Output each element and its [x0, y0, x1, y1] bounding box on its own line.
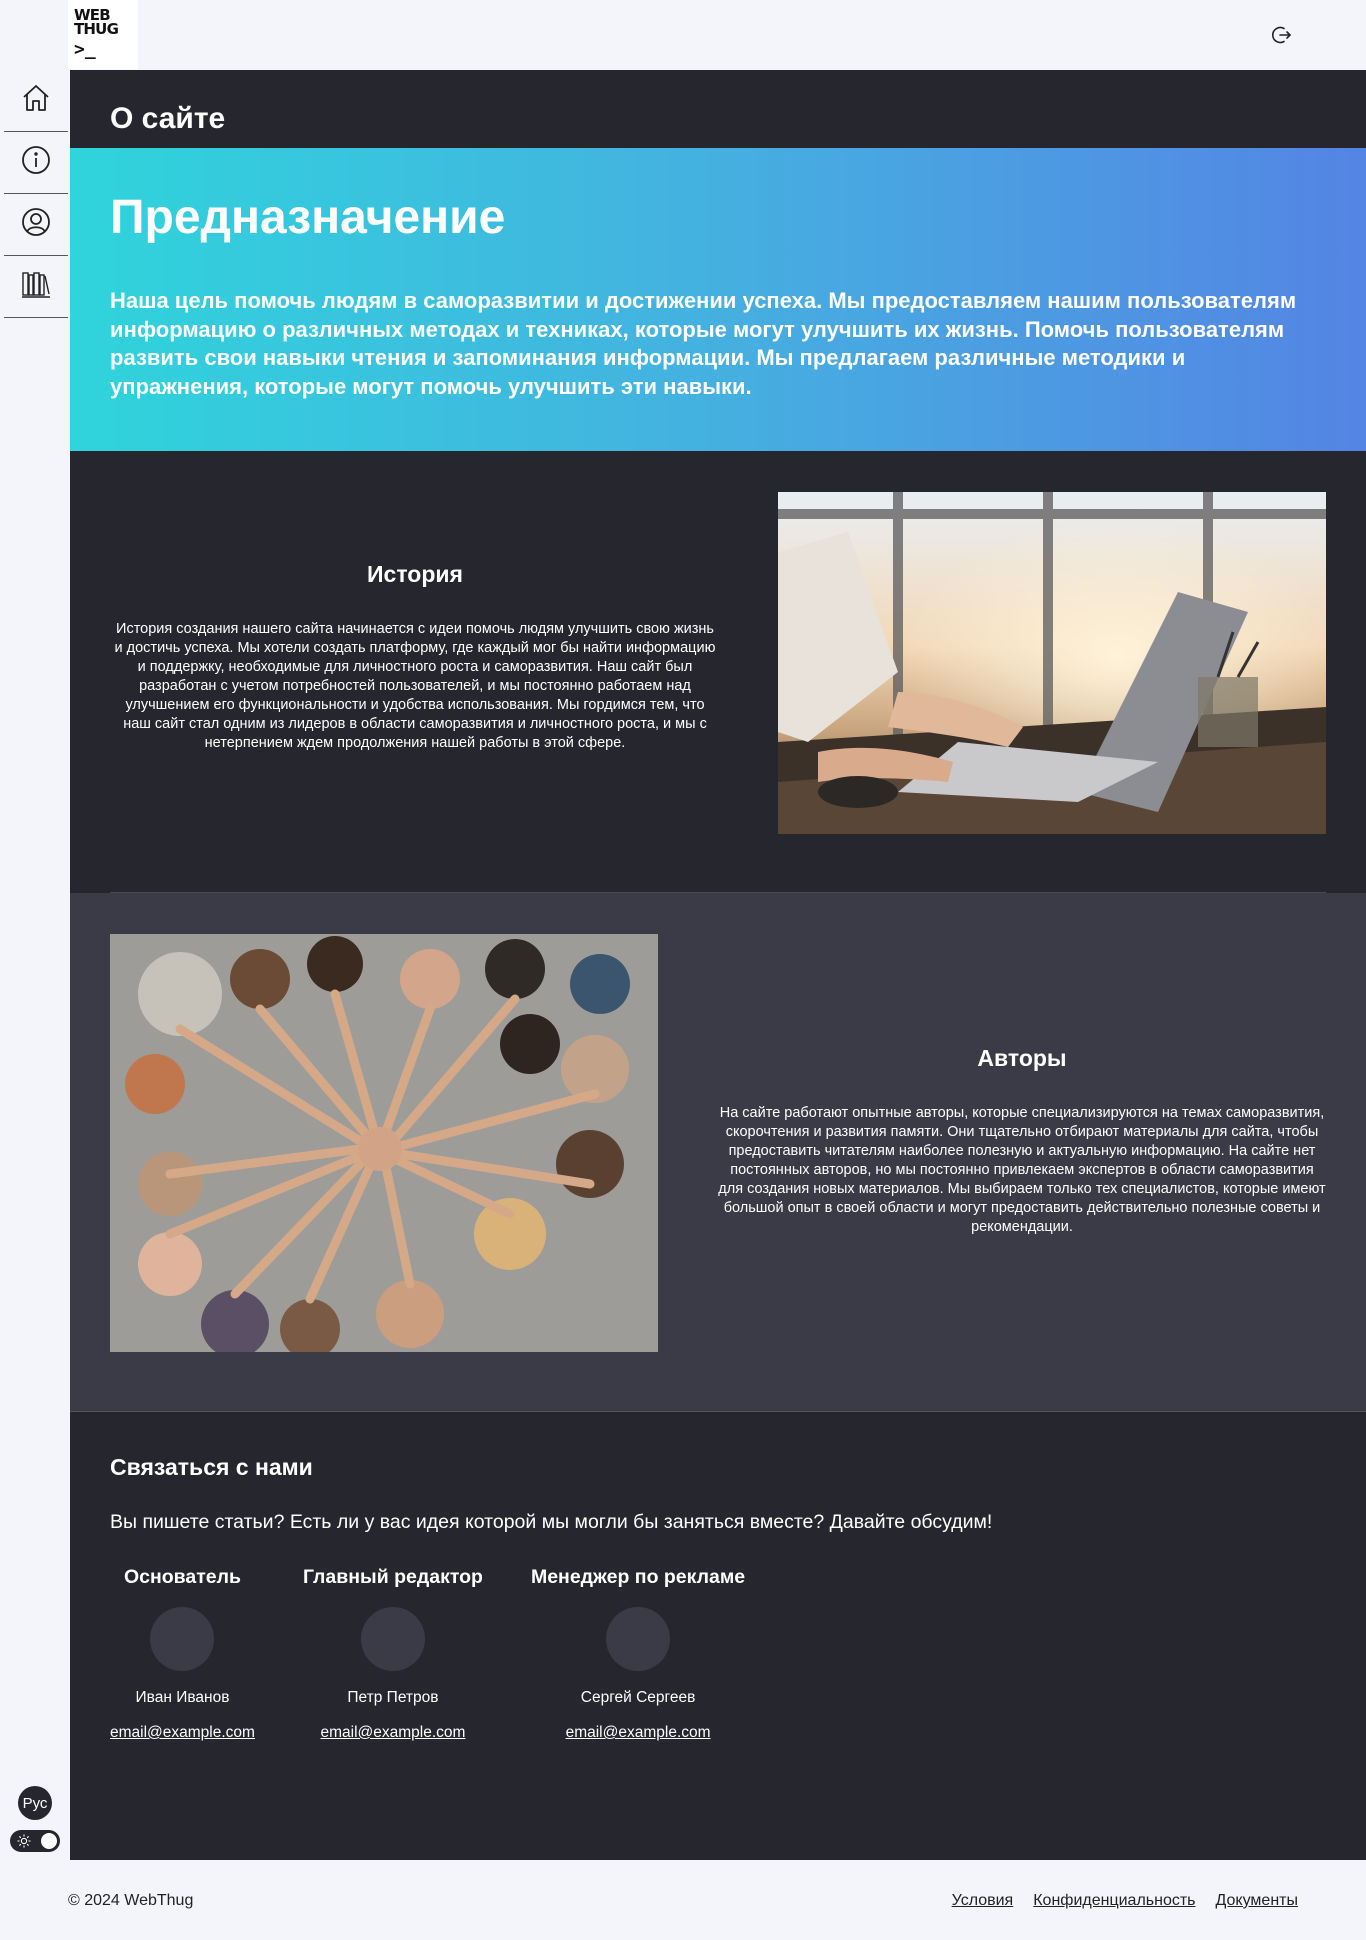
home-icon — [20, 82, 52, 119]
sidebar-item-about[interactable] — [4, 132, 68, 194]
webthug-logo[interactable]: WEB THUG >_ — [68, 0, 138, 69]
logout-icon[interactable] — [1270, 23, 1294, 47]
history-section: История История создания нашего сайта на… — [70, 451, 1366, 893]
purpose-section: Предназначение Наша цель помочь людям в … — [70, 148, 1366, 451]
purpose-title: Предназначение — [110, 191, 506, 244]
authors-block: Авторы На сайте работают опытные авторы,… — [718, 1045, 1326, 1237]
avatar — [360, 1607, 425, 1671]
member-role: Менеджер по рекламе — [530, 1566, 746, 1588]
history-text: История создания нашего сайта начинается… — [114, 621, 716, 751]
language-button[interactable]: Рус — [18, 1786, 52, 1820]
member-email-link[interactable]: email@example.com — [110, 1724, 255, 1742]
footer-link-terms[interactable]: Условия — [952, 1892, 1014, 1910]
member-name: Иван Иванов — [135, 1689, 230, 1706]
history-block: История История создания нашего сайта на… — [110, 561, 720, 753]
page-title: О сайте — [110, 102, 226, 135]
copyright: © 2024 WebThug — [68, 1892, 194, 1909]
top-header: WEB THUG >_ — [0, 0, 1366, 70]
logo-prompt: >_ — [74, 39, 96, 60]
main-content: О сайте Предназначение Наша цель помочь … — [70, 70, 1366, 1860]
user-icon — [20, 206, 52, 243]
avatar — [150, 1607, 215, 1671]
laptop-photo — [778, 492, 1326, 834]
member-email-link[interactable]: email@example.com — [566, 1724, 711, 1742]
member-role: Основатель — [123, 1566, 241, 1588]
sun-icon — [17, 1834, 31, 1848]
page-title-bar: О сайте — [70, 70, 1366, 148]
avatar — [606, 1607, 671, 1671]
team-photo — [110, 934, 658, 1352]
sidebar-item-home[interactable] — [4, 70, 68, 132]
books-icon — [20, 268, 52, 305]
sidebar-item-profile[interactable] — [4, 194, 68, 256]
footer: © 2024 WebThug Условия Конфиденциальност… — [0, 1860, 1366, 1940]
member-email-link[interactable]: email@example.com — [320, 1724, 465, 1742]
member-role: Главный редактор — [302, 1566, 483, 1588]
logo-line-2: THUG — [74, 20, 119, 38]
team-member: Главный редактор Петр Петров email@examp… — [303, 1566, 483, 1742]
member-name: Петр Петров — [347, 1689, 439, 1706]
footer-link-privacy[interactable]: Конфиденциальность — [1033, 1892, 1195, 1910]
toggle-knob — [41, 1833, 57, 1849]
purpose-text: Наша цель помочь людям в саморазвитии и … — [110, 288, 1297, 399]
history-title: История — [367, 561, 463, 587]
sidebar-item-library[interactable] — [4, 256, 68, 318]
member-name: Сергей Сергеев — [580, 1689, 696, 1706]
contact-section: Связаться с нами Вы пишете статьи? Есть … — [70, 1412, 1366, 1860]
sidebar: Рус — [0, 70, 70, 1860]
theme-toggle[interactable] — [10, 1830, 60, 1852]
team-member: Основатель Иван Иванов email@example.com — [110, 1566, 255, 1742]
footer-link-documents[interactable]: Документы — [1216, 1892, 1298, 1910]
contact-intro: Вы пишете статьи? Есть ли у вас идея кот… — [110, 1511, 993, 1533]
language-label: Рус — [22, 1794, 48, 1812]
contact-title: Связаться с нами — [110, 1454, 313, 1480]
info-icon — [20, 144, 52, 181]
team-member: Менеджер по рекламе Сергей Сергеев email… — [531, 1566, 745, 1742]
authors-text: На сайте работают опытные авторы, которы… — [718, 1105, 1326, 1235]
authors-section: Авторы На сайте работают опытные авторы,… — [70, 893, 1366, 1412]
team-list: Основатель Иван Иванов email@example.com… — [110, 1566, 1326, 1742]
footer-links: Условия Конфиденциальность Документы — [952, 1892, 1298, 1910]
authors-title: Авторы — [977, 1045, 1067, 1071]
